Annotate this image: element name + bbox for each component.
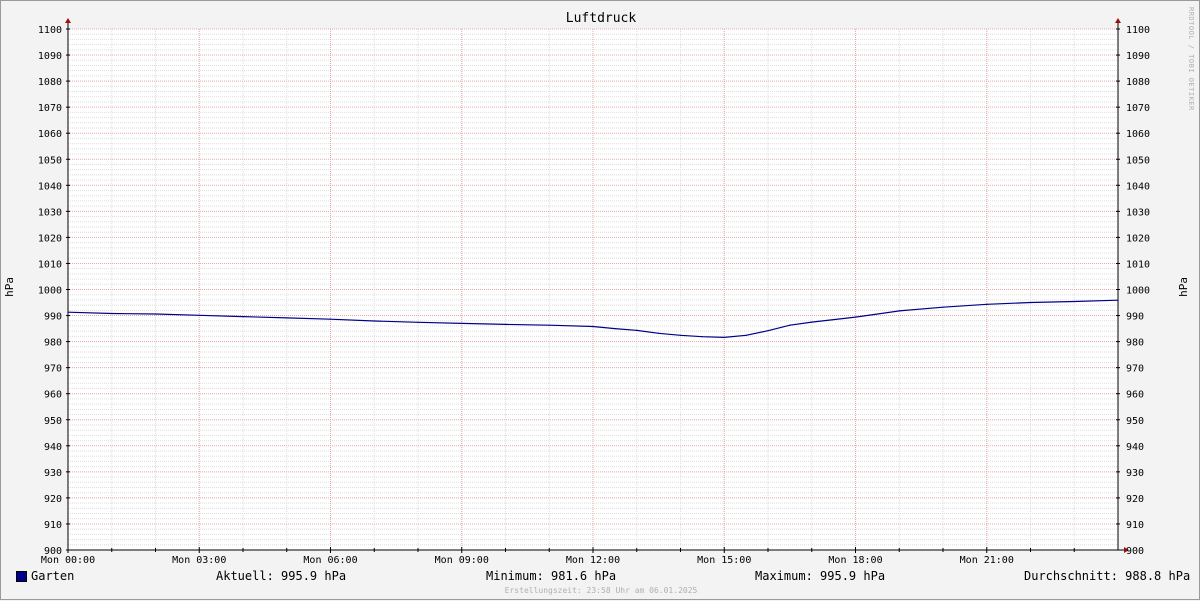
y-tick-label-right: 950 [1126, 416, 1144, 427]
y-tick-label-left: 1060 [38, 129, 62, 140]
series-point-garten [111, 312, 113, 315]
y-tick-label-right: 980 [1126, 338, 1144, 349]
series-point-garten [548, 324, 550, 326]
y-tick-label-right: 1030 [1126, 207, 1150, 218]
x-tick-label: Mon 03:00 [172, 555, 226, 566]
series-point-garten [986, 303, 988, 305]
legend-average: Durchschnitt: 988.8 hPa [1024, 569, 1191, 583]
legend: Garten Aktuell: 995.9 hPa Minimum: 981.6… [1, 567, 1200, 585]
y-tick-label-left: 1020 [38, 233, 62, 244]
y-tick-label-left: 1090 [38, 51, 62, 62]
x-tick-label: Mon 12:00 [566, 555, 620, 566]
chart-frame: Luftdruck RRDTOOL / TOBI OETIKER hPa hPa… [0, 0, 1200, 600]
series-point-garten [614, 327, 616, 330]
y-tick-label-right: 1070 [1126, 103, 1150, 114]
y-tick-label-left: 910 [44, 520, 62, 531]
y-tick-label-right: 1020 [1126, 233, 1150, 244]
x-tick-label: Mon 18:00 [828, 555, 882, 566]
x-tick-label: Mon 15:00 [697, 555, 751, 566]
series-point-garten [154, 313, 157, 315]
series-point-garten [679, 334, 682, 336]
series-point-garten [286, 317, 288, 319]
creation-time-footer: Erstellungszeit: 23:58 Uhr am 06.01.2025 [504, 586, 698, 595]
y-tick-label-left: 960 [44, 390, 62, 401]
y-tick-label-right: 1010 [1126, 259, 1150, 270]
series-point-garten [67, 311, 69, 313]
y-tick-label-left: 1050 [38, 155, 62, 166]
series-point-garten [373, 320, 375, 322]
legend-current: Aktuell: 995.9 hPa [216, 569, 347, 583]
series-point-garten [1117, 299, 1119, 301]
series-point-garten [1029, 301, 1032, 304]
series-point-garten [854, 316, 857, 318]
series-point-garten [723, 336, 725, 339]
series-point-garten [592, 325, 594, 328]
series-point-garten [417, 321, 419, 323]
series-point-garten [461, 322, 463, 324]
y-tick-label-right: 910 [1126, 520, 1144, 531]
y-tick-label-left: 1080 [38, 77, 62, 88]
y-tick-label-right: 1040 [1126, 181, 1150, 192]
legend-minimum: Minimum: 981.6 hPa [486, 569, 617, 583]
series-point-garten [811, 321, 813, 323]
y-axis-left-arrow [65, 18, 71, 23]
series-point-garten [898, 310, 900, 312]
series-point-garten [942, 306, 944, 308]
y-tick-label-left: 980 [44, 338, 62, 349]
y-tick-label-left: 1070 [38, 103, 62, 114]
y-tick-label-right: 1050 [1126, 155, 1150, 166]
chart-plot: 900 910 920 930 940 950 960 970 980 990 1000 1010 10… [38, 18, 1150, 566]
series-point-garten [701, 336, 703, 338]
y-tick-label-left: 970 [44, 364, 62, 375]
y-tick-labels-left: 9009109209309409509609709809901000101010… [38, 25, 62, 557]
y-tick-label-left: 950 [44, 416, 62, 427]
series-point-garten [504, 323, 507, 326]
y-tick-labels-right: 900 910 920 930 940 950 960 970 980 990 1000 1010 10… [1126, 25, 1150, 557]
y-tick-label-left: 1000 [38, 286, 62, 297]
y-tick-label-left: 1040 [38, 181, 62, 192]
x-tick-label: Mon 21:00 [960, 555, 1014, 566]
series-point-garten [242, 315, 244, 318]
y-tick-label-right: 940 [1126, 442, 1144, 453]
series-point-garten [789, 324, 791, 326]
y-tick-label-right: 1000 [1126, 286, 1150, 297]
y-tick-label-left: 920 [44, 494, 62, 505]
y-tick-label-left: 990 [44, 312, 62, 323]
y-tick-label-left: 940 [44, 442, 62, 453]
legend-series-name: Garten [31, 569, 75, 583]
series-point-garten [658, 332, 660, 334]
y-tick-label-right: 920 [1126, 494, 1144, 505]
y-tick-label-right: 900 [1126, 546, 1144, 557]
y-tick-label-right: 990 [1126, 312, 1144, 323]
y-tick-label-right: 1100 [1126, 25, 1150, 36]
legend-swatch-garten [16, 571, 27, 582]
series-point-garten [767, 330, 769, 332]
y-tick-label-left: 930 [44, 468, 62, 479]
x-tick-label: Mon 00:00 [41, 555, 95, 566]
y-tick-label-left: 1100 [38, 25, 62, 36]
series-point-garten [636, 329, 638, 331]
series-point-garten [198, 314, 200, 316]
y-tick-label-right: 960 [1126, 390, 1144, 401]
series-point-garten [329, 318, 332, 320]
x-tick-label: Mon 09:00 [435, 555, 489, 566]
y-tick-label-right: 1090 [1126, 51, 1150, 62]
x-tick-labels: Mon 00:00 Mon 03:00 Mon 06:00 Mon 09:00 Mon … [41, 555, 1014, 566]
y-tick-label-right: 930 [1126, 468, 1144, 479]
y-axis-right-arrow [1115, 18, 1121, 23]
series-point-garten [745, 334, 747, 336]
series-point-garten [1073, 300, 1075, 303]
y-tick-label-left: 1030 [38, 207, 62, 218]
legend-maximum: Maximum: 995.9 hPa [755, 569, 886, 583]
y-tick-label-right: 1060 [1126, 129, 1150, 140]
y-tick-label-right: 1080 [1126, 77, 1150, 88]
y-tick-label-left: 1010 [38, 259, 62, 270]
y-tick-label-right: 970 [1126, 364, 1144, 375]
x-tick-label: Mon 06:00 [303, 555, 357, 566]
